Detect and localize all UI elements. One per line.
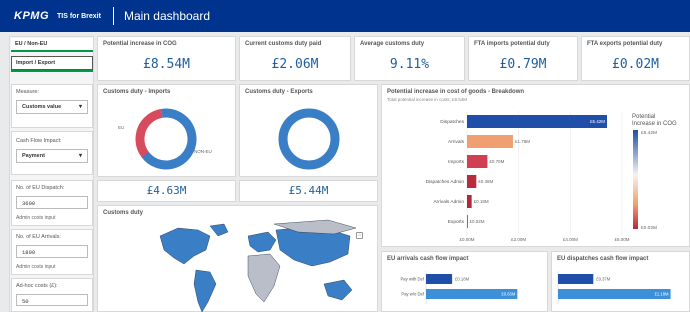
data-label: £1.18M xyxy=(655,292,669,297)
x-tick-label: £2.00M xyxy=(511,237,526,242)
bar[interactable] xyxy=(426,274,453,284)
map-oceania[interactable] xyxy=(323,279,353,301)
kpi-value: 9.11% xyxy=(389,57,430,72)
world-map[interactable] xyxy=(98,206,379,312)
kpi-card-duty-paid: Current customs duty paid £2.06M xyxy=(239,36,351,81)
y-tick-label: Exports xyxy=(448,219,465,225)
arrivals-label: No. of EU Arrivals: xyxy=(16,234,61,240)
imports-donut-card: Customs duty - Imports EU NON-EU xyxy=(97,84,236,177)
page-title: Main dashboard xyxy=(123,9,211,23)
cashflow-select[interactable]: Payment ▾ xyxy=(16,149,88,163)
kpmg-logo: KPMG xyxy=(14,10,49,22)
kpi-title: Average customs duty xyxy=(360,41,425,47)
chevron-down-icon: ▾ xyxy=(78,153,82,159)
legend-min: £0.02M xyxy=(641,225,657,231)
data-label: £5.42M xyxy=(590,119,605,124)
bar[interactable] xyxy=(558,274,594,284)
data-label: £0.18M xyxy=(474,199,489,204)
donut-slice-non-eu[interactable] xyxy=(278,108,340,170)
kpi-card-avg-duty: Average customs duty 9.11% xyxy=(354,36,465,81)
measure-value: Customs value xyxy=(22,104,62,110)
map-europe[interactable] xyxy=(247,231,277,253)
kpi-card-cog: Potential increase in COG £8.54M xyxy=(97,36,236,81)
imports-donut-chart: EU NON-EU xyxy=(118,108,212,170)
dispatches-cashflow-card: EU dispatches cash flow impact £0.37M £1.… xyxy=(551,251,690,312)
chevron-down-icon: ▾ xyxy=(78,104,82,110)
tab-import-export[interactable]: Import / Export xyxy=(11,56,93,70)
kpi-title: FTA exports potential duty xyxy=(587,41,663,47)
bar[interactable] xyxy=(467,195,472,208)
dispatch-label: No. of EU Dispatch: xyxy=(16,185,65,191)
exports-donut-chart xyxy=(278,108,340,170)
map-card: Customs duty ⌂ xyxy=(97,205,378,312)
arrivals-caption: Admin costs input xyxy=(16,264,56,270)
breakdown-bar-chart: £0.00M £2.00M £4.00M £6.00M Dispatches £5.42M… xyxy=(426,111,677,242)
x-tick-label: £6.00M xyxy=(614,237,629,242)
kpi-value: £0.02M xyxy=(612,57,659,72)
breakdown-chart-card: Potential increase in cost of goods - Br… xyxy=(381,84,690,247)
adhoc-label: Ad-hoc costs (£): xyxy=(16,283,58,289)
bar[interactable] xyxy=(467,155,488,168)
bar[interactable] xyxy=(467,115,608,128)
kpi-title: FTA imports potential duty xyxy=(474,41,550,47)
dispatch-caption: Admin costs input xyxy=(16,215,56,221)
bar[interactable] xyxy=(467,215,468,228)
imports-total-value: £4.63M xyxy=(146,184,187,197)
app-name: TIS for Brexit xyxy=(57,12,101,20)
cashflow-label: Cash Flow Impact: xyxy=(16,138,62,144)
kpi-card-fta-exports: FTA exports potential duty £0.02M xyxy=(581,36,690,81)
y-tick-label: Arrivals xyxy=(448,139,465,145)
adhoc-input[interactable]: 50 xyxy=(16,294,88,306)
data-label: £0.63M xyxy=(501,292,515,297)
y-tick-label: Pay with Def xyxy=(400,277,424,282)
legend-title: Potential xyxy=(632,114,655,120)
header-divider xyxy=(112,7,114,25)
legend-color-scale xyxy=(633,130,638,229)
map-africa[interactable] xyxy=(247,253,281,303)
y-tick-label: Imports xyxy=(448,159,465,165)
x-tick-label: £4.00M xyxy=(563,237,578,242)
kpi-value: £2.06M xyxy=(271,57,319,72)
legend-title: Increase in COG xyxy=(632,121,677,127)
y-tick-label: Arrivals Admin xyxy=(433,199,464,205)
exports-total-card: £5.44M xyxy=(239,180,378,202)
arrivals-bar-chart: Pay with Def £0.18M Pay w/o Def £0.63M xyxy=(400,271,518,304)
arrivals-cashflow-card: EU arrivals cash flow impact Pay with De… xyxy=(381,251,548,312)
measure-label: Measure: xyxy=(16,89,39,95)
kpi-title: Current customs duty paid xyxy=(245,41,322,47)
data-label: £0.37M xyxy=(596,277,610,282)
exports-donut-card: Customs duty - Exports xyxy=(239,84,378,177)
dispatch-input[interactable]: 3600 xyxy=(16,196,88,209)
cashflow-value: Payment xyxy=(22,153,45,159)
kpi-card-fta-imports: FTA imports potential duty £0.79M xyxy=(468,36,578,81)
legend-label-eu: EU xyxy=(118,125,124,130)
tab-eu-non-eu[interactable]: EU / Non-EU xyxy=(11,38,93,52)
measure-select[interactable]: Customs value ▾ xyxy=(16,100,88,114)
y-tick-label: Dispatches xyxy=(440,119,464,125)
imports-total-card: £4.63M xyxy=(97,180,236,202)
data-label: £1.78M xyxy=(515,139,530,144)
dispatches-bar-chart: £0.37M £1.18M xyxy=(557,271,671,304)
bar[interactable] xyxy=(467,135,513,148)
app-header: KPMG TIS for Brexit Main dashboard xyxy=(0,0,690,32)
arrivals-input[interactable]: 1800 xyxy=(16,245,88,258)
legend-max: £5.42M xyxy=(641,130,657,136)
kpi-title: Potential increase in COG xyxy=(103,41,177,47)
map-greenland[interactable] xyxy=(209,223,229,237)
y-tick-label: Pay w/o Def xyxy=(401,292,424,297)
exports-total-value: £5.44M xyxy=(288,184,329,197)
y-tick-label: Dispatches Admin xyxy=(426,179,465,185)
bar[interactable] xyxy=(467,175,477,188)
kpi-value: £0.79M xyxy=(499,57,547,72)
x-tick-label: £0.00M xyxy=(459,237,474,242)
map-south-america[interactable] xyxy=(193,269,217,312)
map-north-america[interactable] xyxy=(159,227,211,265)
kpi-value: £8.54M xyxy=(143,57,190,72)
data-label: £0.02M xyxy=(470,219,485,224)
legend-label-non-eu: NON-EU xyxy=(194,149,212,154)
data-label: £0.18M xyxy=(455,277,469,282)
data-label: £0.79M xyxy=(489,159,504,164)
data-label: £0.36M xyxy=(478,179,493,184)
